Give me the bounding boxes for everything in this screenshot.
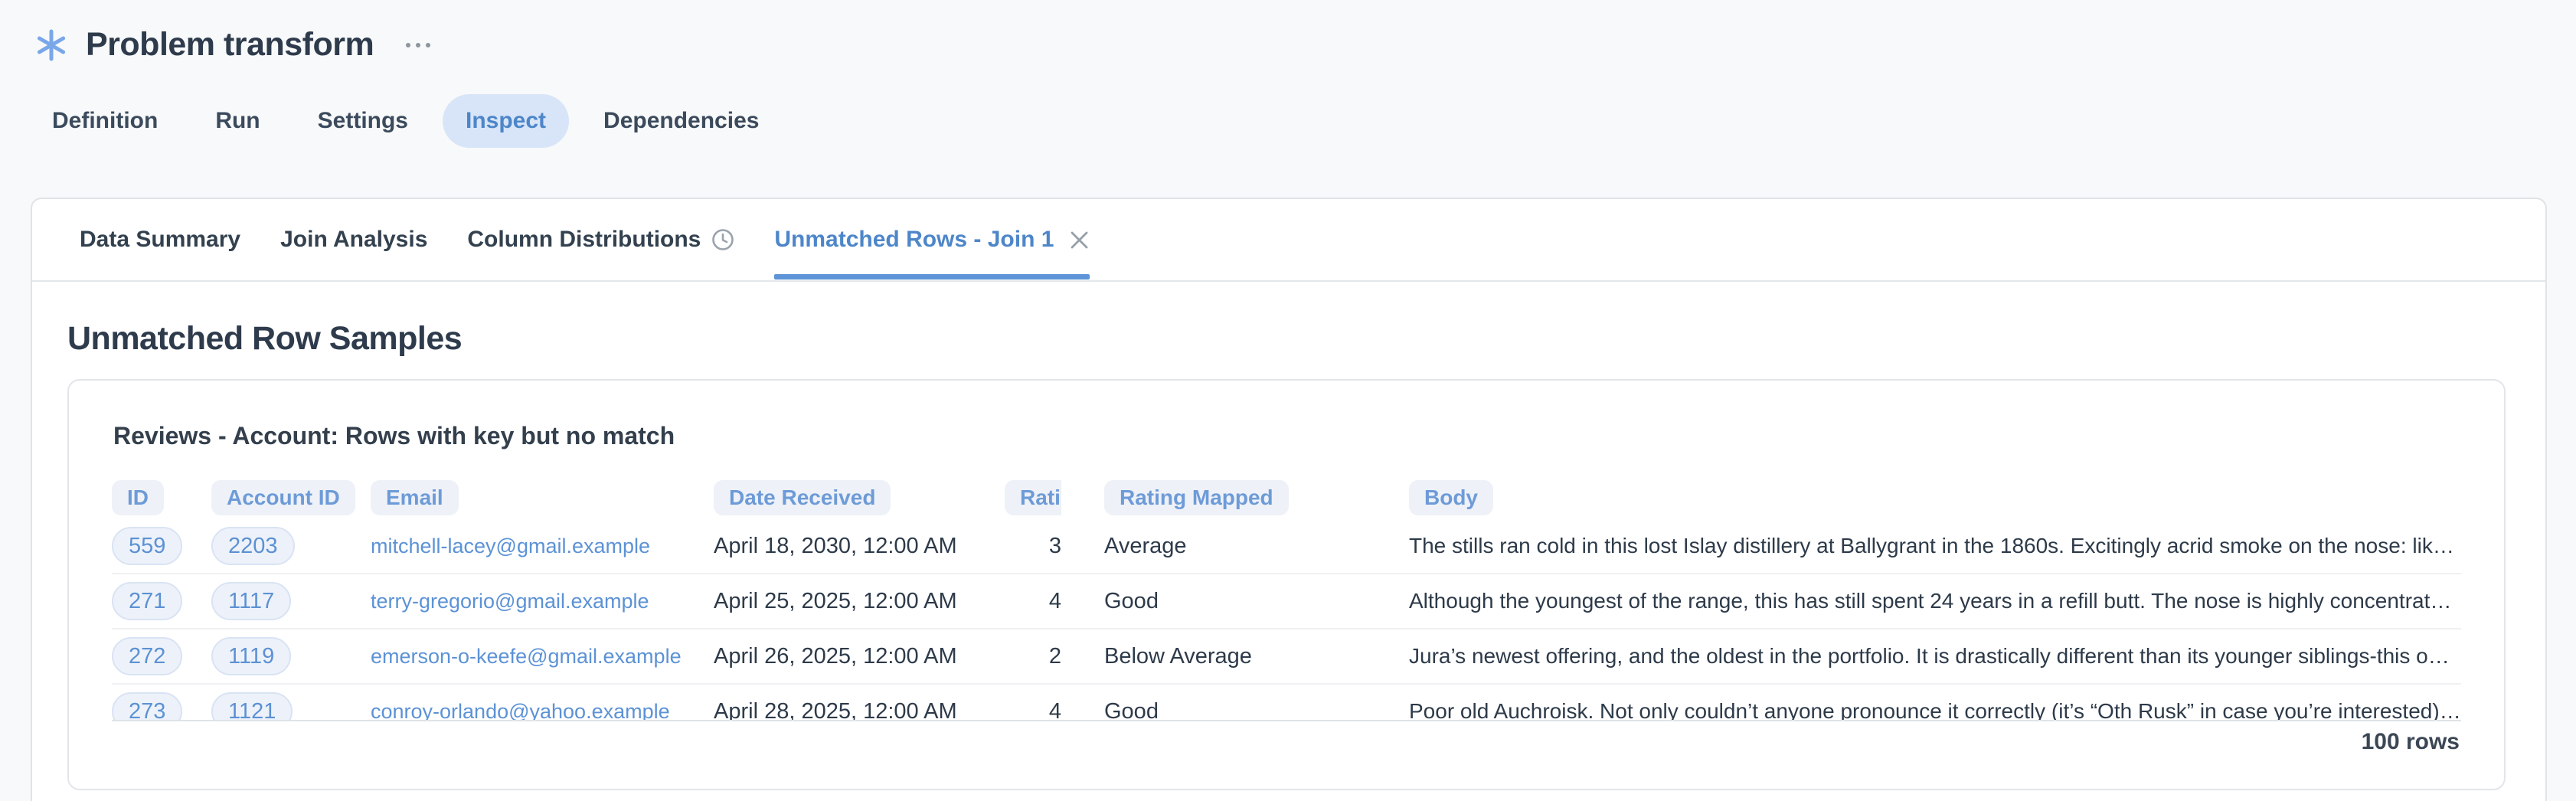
column-header-body-label: Body	[1409, 480, 1493, 515]
app-header: Problem transform	[35, 26, 433, 64]
column-header-account-id[interactable]: Account ID	[211, 480, 371, 515]
column-header-id-label: ID	[112, 480, 164, 515]
unmatched-rows-card: Reviews - Account: Rows with key but no …	[67, 379, 2506, 790]
account-id-pill[interactable]: 1119	[211, 637, 291, 675]
inspect-tab-bar: Data Summary Join Analysis Column Distri…	[32, 199, 2545, 282]
tab-column-distributions[interactable]: Column Distributions	[467, 199, 734, 280]
cell-rating: 4	[1005, 699, 1061, 722]
email-link[interactable]: terry-gregorio@gmail.example	[371, 590, 649, 613]
row-count-label: 100 rows	[2362, 729, 2460, 755]
clock-icon	[711, 228, 734, 251]
id-pill[interactable]: 273	[112, 692, 182, 721]
more-options-icon[interactable]	[403, 35, 433, 55]
main-tab-run[interactable]: Run	[192, 94, 283, 148]
cell-id: 271	[112, 582, 211, 620]
unmatched-rows-table: ID Account ID Email Date Received Rating…	[112, 476, 2461, 721]
tab-data-summary-label: Data Summary	[80, 227, 240, 253]
column-header-id[interactable]: ID	[112, 480, 211, 515]
main-tab-inspect[interactable]: Inspect	[443, 94, 569, 148]
cell-date-received: April 25, 2025, 12:00 AM	[714, 589, 1005, 614]
cell-account-id: 2203	[211, 527, 371, 565]
tab-unmatched-rows-label: Unmatched Rows - Join 1	[774, 227, 1054, 253]
table-row: 271 1117 terry-gregorio@gmail.example Ap…	[112, 574, 2461, 629]
cell-rating-mapped: Good	[1061, 589, 1299, 614]
main-tab-bar: Definition Run Settings Inspect Dependen…	[29, 94, 782, 148]
cell-email: conroy-orlando@yahoo.example	[371, 700, 714, 722]
cell-rating: 2	[1005, 644, 1061, 669]
table-row: 272 1119 emerson-o-keefe@gmail.example A…	[112, 629, 2461, 685]
column-header-body[interactable]: Body	[1299, 480, 2461, 515]
id-pill[interactable]: 271	[112, 582, 182, 620]
cell-email: emerson-o-keefe@gmail.example	[371, 645, 714, 669]
column-header-email-label: Email	[371, 480, 459, 515]
cell-id: 559	[112, 527, 211, 565]
main-tab-definition[interactable]: Definition	[29, 94, 181, 148]
account-id-pill[interactable]: 1121	[211, 692, 293, 721]
email-link[interactable]: mitchell-lacey@gmail.example	[371, 535, 650, 557]
cell-id: 272	[112, 637, 211, 675]
tab-data-summary[interactable]: Data Summary	[80, 199, 240, 280]
cell-rating: 4	[1005, 589, 1061, 614]
column-header-date-received-label: Date Received	[714, 480, 891, 515]
table-row: 559 2203 mitchell-lacey@gmail.example Ap…	[112, 519, 2461, 574]
cell-date-received: April 18, 2030, 12:00 AM	[714, 534, 1005, 559]
column-header-email[interactable]: Email	[371, 480, 714, 515]
card-title: Reviews - Account: Rows with key but no …	[113, 422, 675, 450]
cell-email: mitchell-lacey@gmail.example	[371, 535, 714, 558]
id-pill[interactable]: 559	[112, 527, 182, 565]
table-header-row: ID Account ID Email Date Received Rating…	[112, 476, 2461, 519]
cell-rating-mapped: Average	[1061, 534, 1299, 559]
column-header-rating-label: Rating	[1005, 480, 1061, 515]
column-header-rating-mapped-label: Rating Mapped	[1104, 480, 1289, 515]
column-header-account-id-label: Account ID	[211, 480, 355, 515]
cell-date-received: April 28, 2025, 12:00 AM	[714, 699, 1005, 722]
column-header-rating[interactable]: Rating	[1005, 480, 1061, 515]
cell-account-id: 1119	[211, 637, 371, 675]
tab-unmatched-rows-join-1[interactable]: Unmatched Rows - Join 1	[774, 199, 1090, 280]
email-link[interactable]: conroy-orlando@yahoo.example	[371, 700, 670, 722]
cell-body: Although the youngest of the range, this…	[1299, 589, 2461, 613]
tab-join-analysis[interactable]: Join Analysis	[280, 199, 427, 280]
tab-join-analysis-label: Join Analysis	[280, 227, 427, 253]
cell-account-id: 1121	[211, 692, 371, 721]
cell-body: Jura’s newest offering, and the oldest i…	[1299, 644, 2461, 669]
transform-asterisk-icon	[35, 29, 67, 61]
column-header-date-received[interactable]: Date Received	[714, 480, 1005, 515]
column-header-rating-mapped[interactable]: Rating Mapped	[1061, 480, 1299, 515]
cell-body: The stills ran cold in this lost Islay d…	[1299, 534, 2461, 558]
email-link[interactable]: emerson-o-keefe@gmail.example	[371, 645, 682, 668]
cell-date-received: April 26, 2025, 12:00 AM	[714, 644, 1005, 669]
cell-email: terry-gregorio@gmail.example	[371, 590, 714, 613]
close-icon[interactable]	[1069, 230, 1090, 250]
table-row: 273 1121 conroy-orlando@yahoo.example Ap…	[112, 685, 2461, 721]
tab-column-distributions-label: Column Distributions	[467, 227, 701, 253]
cell-body: Poor old Auchroisk. Not only couldn’t an…	[1299, 699, 2461, 721]
account-id-pill[interactable]: 2203	[211, 527, 295, 565]
id-pill[interactable]: 272	[112, 637, 182, 675]
page-title: Problem transform	[86, 26, 374, 64]
main-tab-settings[interactable]: Settings	[295, 94, 431, 148]
cell-id: 273	[112, 692, 211, 721]
cell-rating-mapped: Good	[1061, 699, 1299, 722]
cell-account-id: 1117	[211, 582, 371, 620]
section-heading: Unmatched Row Samples	[67, 320, 462, 358]
account-id-pill[interactable]: 1117	[211, 582, 291, 620]
cell-rating: 3	[1005, 534, 1061, 559]
cell-rating-mapped: Below Average	[1061, 644, 1299, 669]
main-tab-dependencies[interactable]: Dependencies	[580, 94, 782, 148]
